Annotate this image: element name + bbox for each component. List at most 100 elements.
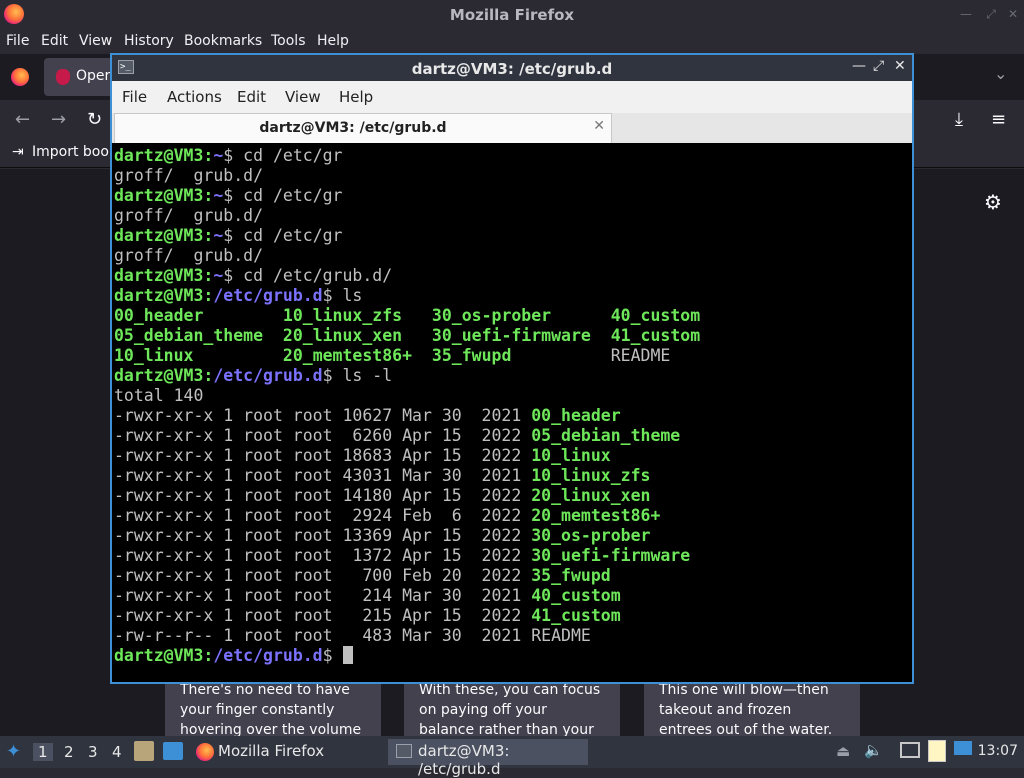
menu-hamburger-icon[interactable]: ≡: [991, 109, 1006, 130]
file-entry: 35_fwupd: [431, 346, 611, 365]
file-entry: 20_linux_xen: [282, 326, 432, 345]
terminal-tab-label: dartz@VM3: /etc/grub.d: [259, 120, 447, 136]
taskbar-terminal[interactable]: dartz@VM3: /etc/grub.d: [388, 739, 588, 778]
terminal-line: -rwxr-xr-x 1 root root 215 Apr 15 2022 4…: [114, 606, 910, 626]
prompt-user: dartz@VM3:: [114, 646, 214, 665]
terminal-line: dartz@VM3:/etc/grub.d$ ls -l: [114, 366, 910, 386]
file-entry: 30_os-prober: [431, 306, 611, 325]
terminal-line: -rwxr-xr-x 1 root root 10627 Mar 30 2021…: [114, 406, 910, 426]
command-text: cd /etc/gr: [243, 146, 343, 165]
terminal-line: -rwxr-xr-x 1 root root 2924 Feb 6 2022 2…: [114, 506, 910, 526]
menu-edit[interactable]: Edit: [41, 33, 68, 49]
firefox-view-icon[interactable]: [11, 68, 29, 86]
file-permissions: -rwxr-xr-x 1 root root 43031 Mar 30 2021: [114, 466, 532, 485]
list-all-tabs-icon[interactable]: ⌄: [994, 64, 1007, 83]
term-menu-edit[interactable]: Edit: [237, 88, 266, 106]
taskbar-firefox[interactable]: Mozilla Firefox: [188, 739, 388, 765]
file-permissions: -rwxr-xr-x 1 root root 1372 Apr 15 2022: [114, 546, 532, 565]
file-permissions: -rwxr-xr-x 1 root root 18683 Apr 15 2022: [114, 446, 532, 465]
command-text: cd /etc/grub.d/: [243, 266, 393, 285]
prompt-path: ~: [213, 266, 224, 285]
volume-icon[interactable]: 🔈: [864, 741, 883, 759]
terminal-line: -rwxr-xr-x 1 root root 43031 Mar 30 2021…: [114, 466, 910, 486]
terminal-window[interactable]: >_ dartz@VM3: /etc/grub.d — ⤢ ✕ File Act…: [110, 53, 914, 684]
maximize-icon[interactable]: ⤢: [983, 6, 999, 22]
file-permissions: -rwxr-xr-x 1 root root 14180 Apr 15 2022: [114, 486, 532, 505]
prompt-user: dartz@VM3:: [114, 266, 214, 285]
clipboard-icon[interactable]: [928, 740, 946, 762]
firefox-tab-label: Oper: [76, 68, 111, 84]
start-menu-icon[interactable]: ✦: [6, 741, 21, 762]
terminal-line: total 140: [114, 386, 910, 406]
terminal-line: 10_linux 20_memtest86+ 35_fwupd README: [114, 346, 910, 366]
output-text: total 140: [114, 386, 204, 405]
term-menu-actions[interactable]: Actions: [167, 88, 222, 106]
menu-bookmarks[interactable]: Bookmarks: [184, 33, 262, 49]
file-entry: 20_memtest86+: [282, 346, 432, 365]
terminal-line: 00_header 10_linux_zfs 30_os-prober 40_c…: [114, 306, 910, 326]
menu-file[interactable]: File: [6, 33, 29, 49]
terminal-tabbar: dartz@VM3: /etc/grub.d ✕: [112, 113, 912, 143]
menu-tools[interactable]: Tools: [271, 33, 306, 49]
story-card-text: There's no need to have your finger cons…: [180, 682, 362, 736]
file-name: 41_custom: [531, 606, 621, 625]
eject-icon[interactable]: ⏏: [836, 742, 850, 760]
settings-gear-icon[interactable]: ⚙: [984, 190, 1002, 214]
reload-icon[interactable]: ↻: [87, 109, 102, 130]
back-icon[interactable]: ←: [15, 109, 30, 130]
terminal-line: -rwxr-xr-x 1 root root 13369 Apr 15 2022…: [114, 526, 910, 546]
file-name: 40_custom: [531, 586, 621, 605]
file-entry: 30_uefi-firmware: [431, 326, 611, 345]
minimize-icon[interactable]: —: [958, 6, 974, 22]
workspace-3[interactable]: 3: [88, 743, 98, 761]
show-desktop-icon[interactable]: [163, 742, 183, 760]
file-entry: 40_custom: [610, 306, 701, 325]
workspace-2[interactable]: 2: [64, 743, 74, 761]
terminal-line: groff/ grub.d/: [114, 246, 910, 266]
prompt-path: ~: [213, 186, 224, 205]
file-name: 05_debian_theme: [531, 426, 681, 445]
clock[interactable]: 13:07: [978, 743, 1018, 759]
terminal-tab[interactable]: dartz@VM3: /etc/grub.d ✕: [114, 113, 612, 143]
terminal-line: -rw-r--r-- 1 root root 483 Mar 30 2021 R…: [114, 626, 910, 646]
terminal-line: dartz@VM3:~$ cd /etc/gr: [114, 186, 910, 206]
term-menu-file[interactable]: File: [122, 88, 147, 106]
terminal-output[interactable]: dartz@VM3:~$ cd /etc/gr groff/ grub.d/dar…: [114, 146, 910, 680]
firefox-window-title: Mozilla Firefox: [449, 6, 575, 24]
terminal-line: dartz@VM3:~$ cd /etc/grub.d/: [114, 266, 910, 286]
terminal-line: groff/ grub.d/: [114, 206, 910, 226]
downloads-icon[interactable]: ⤓: [955, 109, 963, 130]
network-icon[interactable]: [954, 741, 972, 755]
menu-history[interactable]: History: [124, 33, 174, 49]
maximize-icon[interactable]: ⤢: [873, 58, 884, 74]
term-menu-view[interactable]: View: [285, 88, 321, 106]
file-name: 35_fwupd: [531, 566, 611, 585]
output-text: groff/ grub.d/: [114, 206, 264, 225]
workspace-1[interactable]: 1: [33, 743, 53, 761]
prompt-user: dartz@VM3:: [114, 146, 214, 165]
forward-icon[interactable]: →: [51, 109, 66, 130]
file-permissions: -rw-r--r-- 1 root root 483 Mar 30 2021: [114, 626, 532, 645]
close-icon[interactable]: ✕: [1005, 6, 1021, 22]
file-permissions: -rwxr-xr-x 1 root root 214 Mar 30 2021: [114, 586, 532, 605]
terminal-titlebar[interactable]: >_ dartz@VM3: /etc/grub.d — ⤢ ✕: [112, 55, 912, 81]
prompt-path: /etc/grub.d: [213, 366, 323, 385]
raspberry-icon: [56, 69, 70, 85]
terminal-line: dartz@VM3:/etc/grub.d$: [114, 646, 910, 666]
terminal-line: groff/ grub.d/: [114, 166, 910, 186]
file-manager-icon[interactable]: [134, 741, 154, 761]
close-tab-icon[interactable]: ✕: [593, 118, 605, 134]
taskbar-terminal-label: dartz@VM3: /etc/grub.d: [418, 742, 510, 778]
close-icon[interactable]: ✕: [894, 58, 906, 74]
minimize-icon[interactable]: —: [852, 58, 866, 74]
file-permissions: -rwxr-xr-x 1 root root 6260 Apr 15 2022: [114, 426, 532, 445]
file-entry: README: [610, 346, 671, 365]
workspace-4[interactable]: 4: [112, 743, 122, 761]
menu-help[interactable]: Help: [317, 33, 349, 49]
terminal-line: dartz@VM3:~$ cd /etc/gr: [114, 146, 910, 166]
screen-icon[interactable]: [900, 742, 920, 758]
term-menu-help[interactable]: Help: [339, 88, 373, 106]
menu-view[interactable]: View: [79, 33, 112, 49]
import-bookmarks-link[interactable]: Import book: [32, 144, 117, 160]
prompt-user: dartz@VM3:: [114, 286, 214, 305]
